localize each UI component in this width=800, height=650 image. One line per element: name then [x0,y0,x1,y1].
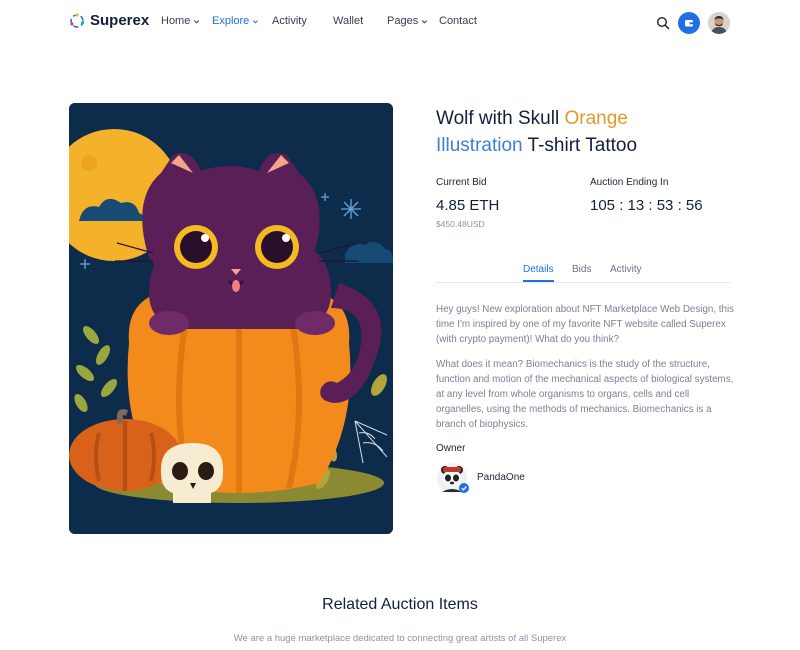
halloween-cat-illustration [69,103,393,534]
nav-contact[interactable]: Contact [439,15,477,27]
user-avatar-image [708,12,730,34]
chevron-down-icon [194,19,200,24]
search-icon[interactable] [656,16,670,30]
chevron-down-icon [253,19,259,24]
header-actions [656,12,730,34]
main-nav: Home Explore Activity Wallet Pages Conta… [161,15,477,27]
title-part-orange: Orange [564,108,628,129]
nav-home[interactable]: Home [161,15,212,27]
nav-home-label: Home [161,15,191,27]
auction-ending-label: Auction Ending In [590,177,669,188]
item-title: Wolf with Skull Orange Illustration T-sh… [436,105,736,159]
title-part-blue: Illustration [436,135,523,156]
details-tabs: Details Bids Activity [436,263,731,283]
title-part-4: T-shirt Tattoo [522,135,638,156]
user-avatar[interactable] [708,12,730,34]
tab-bids[interactable]: Bids [572,264,591,280]
brand-name: Superex [90,12,150,29]
current-bid-usd: $450.48USD [436,219,485,229]
brand-logo[interactable]: Superex [69,12,149,29]
related-section-title: Related Auction Items [322,596,478,613]
verified-badge-icon [459,483,469,493]
nav-contact-label: Contact [439,15,477,27]
nav-activity-label: Activity [272,15,307,27]
related-section-subtitle: We are a huge marketplace dedicated to c… [233,633,567,644]
wallet-button[interactable] [678,12,700,34]
nav-activity[interactable]: Activity [272,15,333,27]
logo-icon [70,12,85,28]
nav-wallet-label: Wallet [333,15,364,27]
wallet-icon [685,20,693,27]
tab-details[interactable]: Details [523,264,554,282]
owner-name[interactable]: PandaOne [477,472,525,483]
nav-explore-label: Explore [212,15,250,27]
nav-explore[interactable]: Explore [212,15,272,27]
owner-label: Owner [436,443,466,454]
nav-pages[interactable]: Pages [387,15,439,27]
nft-artwork[interactable] [69,103,393,534]
tab-activity[interactable]: Activity [610,264,642,280]
owner-avatar[interactable] [436,462,469,494]
nav-pages-label: Pages [387,15,419,27]
current-bid-value: 4.85 ETH [436,197,500,214]
auction-countdown: 105 : 13 : 53 : 56 [590,197,703,214]
current-bid-label: Current Bid [436,177,487,188]
title-part-1: Wolf with Skull [436,108,565,129]
chevron-down-icon [422,19,428,24]
description-paragraph-1: Hey guys! New exploration about NFT Mark… [436,304,735,345]
description-paragraph-2: What does it mean? Biomechanics is the s… [436,359,734,430]
nav-wallet[interactable]: Wallet [333,15,387,27]
site-header: Superex Home Explore Activity Wallet Pag… [0,0,800,44]
